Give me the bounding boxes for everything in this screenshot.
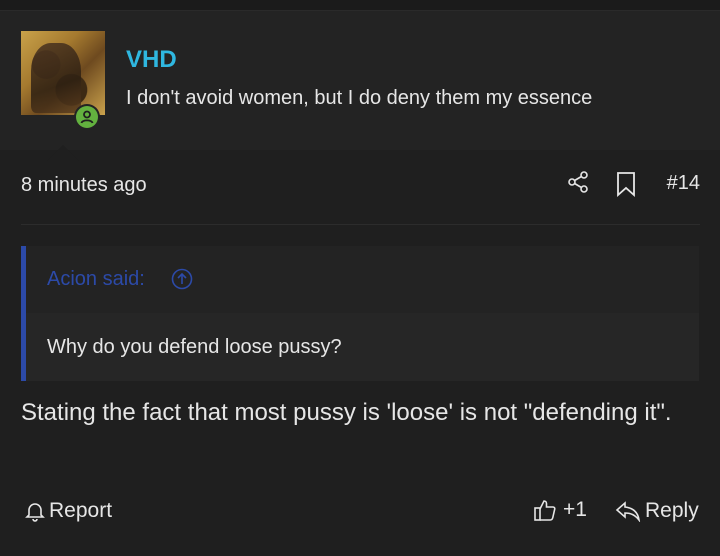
bell-icon — [25, 503, 45, 522]
report-button[interactable]: Report — [24, 499, 112, 523]
post-number[interactable]: #14 — [667, 172, 700, 195]
quote-header: Acion said: — [26, 246, 699, 313]
post-timestamp[interactable]: 8 minutes ago — [21, 174, 147, 197]
report-label: Report — [49, 499, 113, 522]
thumbs-up-icon — [534, 500, 556, 521]
username[interactable]: VHD — [126, 46, 177, 74]
bookmark-icon[interactable] — [615, 171, 637, 197]
user-title: I don't avoid women, but I do deny them … — [126, 87, 593, 109]
share-icon[interactable] — [566, 170, 590, 194]
arrow-up-circle-icon[interactable] — [171, 268, 193, 290]
like-button[interactable]: +1 — [533, 498, 587, 522]
quote-author: Acion said: — [47, 268, 145, 290]
avatar-figure — [31, 43, 81, 113]
top-divider — [0, 0, 720, 11]
like-count: +1 — [563, 498, 587, 521]
post-meta: 8 minutes ago #14 — [21, 150, 700, 225]
forum-post: VHD I don't avoid women, but I do deny t… — [0, 0, 720, 556]
quote-block: Acion said: Why do you defend loose puss… — [21, 246, 699, 381]
online-badge — [74, 104, 100, 130]
reply-label: Reply — [645, 499, 699, 522]
user-icon — [76, 106, 98, 128]
reply-button[interactable]: Reply — [615, 499, 699, 523]
reply-icon — [615, 501, 641, 522]
user-block: VHD I don't avoid women, but I do deny t… — [0, 11, 720, 161]
user-avatar[interactable] — [21, 31, 105, 115]
action-bar: Report +1 Reply — [21, 490, 700, 534]
quote-text: Why do you defend loose pussy? — [47, 336, 342, 358]
post-message: Stating the fact that most pussy is 'loo… — [21, 399, 672, 426]
